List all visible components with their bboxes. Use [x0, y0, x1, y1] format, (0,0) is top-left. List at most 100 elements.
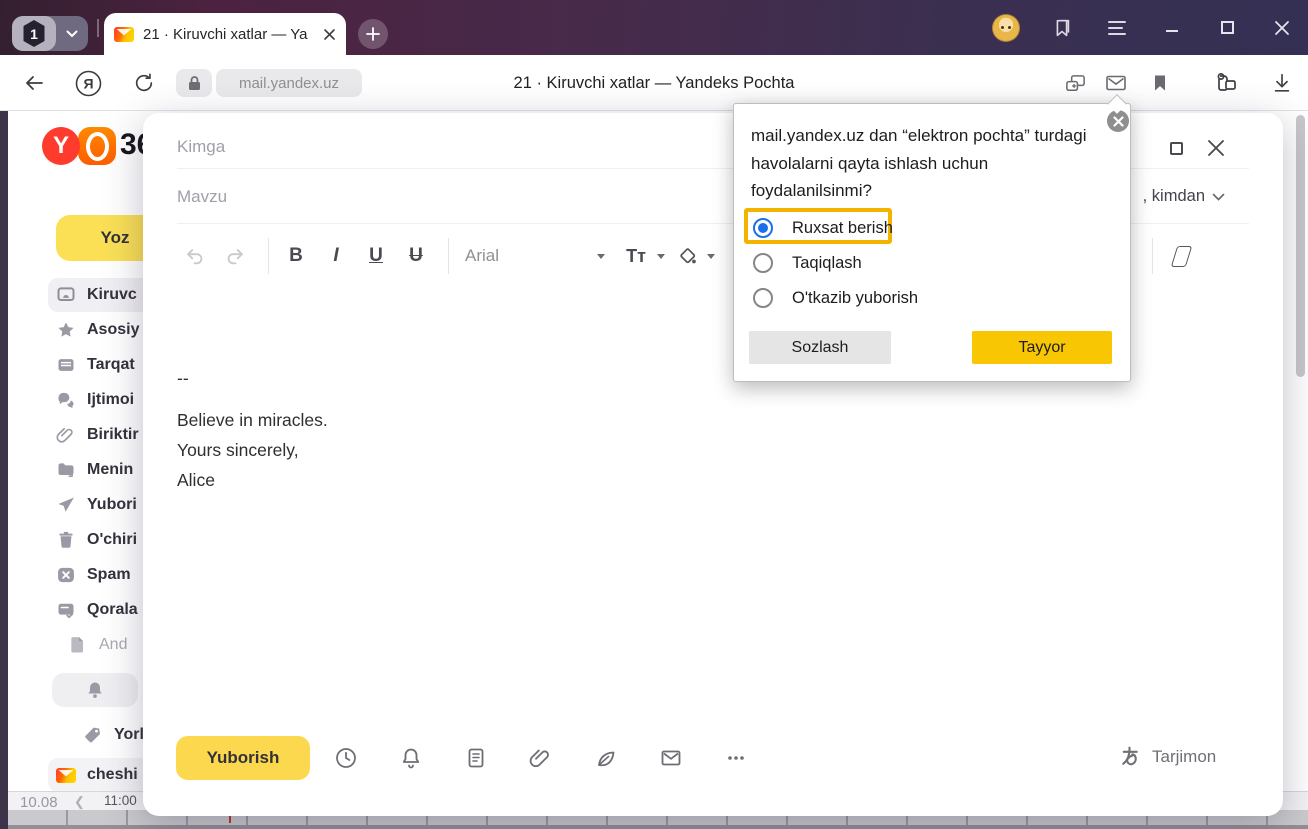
settings-button[interactable]: Sozlash — [749, 331, 891, 364]
sidebar-item-labels[interactable]: Yorl — [75, 718, 144, 752]
new-tab-button[interactable] — [358, 19, 388, 49]
extensions-button[interactable] — [1206, 55, 1246, 111]
tab-group-chevron[interactable] — [56, 30, 88, 38]
fill-color-caret[interactable] — [705, 233, 717, 279]
attach-file-button[interactable] — [529, 746, 553, 770]
attach-from-disk-button[interactable] — [594, 746, 618, 770]
refresh-icon — [133, 72, 155, 94]
strikethrough-button[interactable]: U — [403, 233, 429, 279]
schedule-send-button[interactable] — [334, 746, 358, 770]
tab-close-icon[interactable] — [323, 28, 336, 41]
font-size-button[interactable]: Tт — [619, 233, 653, 279]
svg-text:Я: Я — [83, 75, 93, 91]
browser-menu-button[interactable] — [1095, 0, 1139, 55]
sidebar-item-trash[interactable]: O'chiri — [48, 523, 137, 557]
translator-button[interactable]: Tarjimon — [1118, 744, 1216, 769]
italic-button[interactable]: I — [323, 233, 349, 279]
subject-field[interactable]: Mavzu — [177, 187, 227, 207]
active-tab[interactable]: 21 · Kiruvchi xatlar — Ya — [104, 13, 346, 55]
lock-icon — [187, 75, 202, 91]
to-field[interactable]: Kimga — [177, 137, 225, 157]
dialog-close-button[interactable] — [1107, 110, 1129, 132]
plus-icon — [366, 27, 380, 41]
font-family-select[interactable]: Arial — [465, 233, 525, 279]
window-minimize-button[interactable] — [1150, 0, 1194, 55]
refresh-button[interactable] — [124, 55, 164, 111]
sidebar-item-label: Ijtimoi — [87, 391, 134, 409]
translate-icon — [1118, 744, 1143, 769]
clear-formatting-button[interactable] — [1167, 233, 1195, 279]
radio-label: Ruxsat berish — [792, 219, 893, 238]
profile-avatar[interactable] — [984, 0, 1028, 55]
bookmark-page-button[interactable] — [1140, 55, 1180, 111]
sidebar-item-important[interactable]: Asosiy — [48, 313, 139, 347]
page-scrollbar[interactable] — [1296, 115, 1305, 377]
notifications-button[interactable] — [52, 673, 138, 707]
spam-icon — [56, 565, 76, 585]
star-icon — [56, 320, 76, 340]
undo-button[interactable] — [183, 233, 207, 279]
sidebar-item-subfolder[interactable]: And — [60, 628, 127, 662]
body-line[interactable]: Yours sincerely, — [177, 440, 299, 461]
window-maximize-button[interactable] — [1205, 0, 1249, 55]
radio-option-allow[interactable]: Ruxsat berish — [753, 218, 893, 238]
window-bottom-edge — [8, 825, 1308, 829]
timeline-prev-icon[interactable]: ❮ — [74, 794, 85, 810]
sidebar-item-attachments[interactable]: Biriktir — [48, 418, 139, 452]
radio-unselected-icon[interactable] — [753, 253, 773, 273]
radio-option-block[interactable]: Taqiqlash — [753, 253, 862, 273]
yandex360-logo-y[interactable]: Y — [42, 127, 80, 165]
sidebar-item-mailings[interactable]: Tarqat — [48, 348, 135, 382]
font-size-label: Tт — [626, 246, 646, 267]
sidebar-item-drafts[interactable]: Qorala — [48, 593, 138, 627]
body-line[interactable]: Believe in miracles. — [177, 410, 328, 431]
sidebar-item-label: Menin — [87, 461, 133, 479]
sidebar-item-label: cheshi — [87, 766, 138, 784]
underline-button[interactable]: U — [363, 233, 389, 279]
ellipsis-icon — [724, 746, 748, 770]
bookmarks-panel-button[interactable] — [1040, 0, 1084, 55]
body-line[interactable]: -- — [177, 368, 189, 389]
compose-close-button[interactable] — [1206, 138, 1226, 158]
dialog-message: mail.yandex.uz dan “elektron pochta” tur… — [751, 122, 1105, 205]
radio-option-skip[interactable]: O'tkazib yuborish — [753, 288, 918, 308]
sidebar-item-spam[interactable]: Spam — [48, 558, 131, 592]
site-security-button[interactable] — [176, 69, 212, 97]
redo-icon — [224, 245, 246, 267]
font-family-caret[interactable] — [595, 233, 607, 279]
send-button[interactable]: Yuborish — [176, 736, 310, 780]
radio-unselected-icon[interactable] — [753, 288, 773, 308]
tab-group-chip[interactable]: 1 — [12, 16, 88, 51]
radio-label: Taqiqlash — [792, 254, 862, 273]
sidebar-item-label: Biriktir — [87, 426, 139, 444]
sidebar-item-label: Tarqat — [87, 356, 135, 374]
paint-bucket-icon — [677, 245, 699, 267]
redo-button[interactable] — [223, 233, 247, 279]
radio-selected-icon[interactable] — [753, 218, 773, 238]
sidebar-item-sent[interactable]: Yubori — [48, 488, 137, 522]
yandex-home-button[interactable]: Я — [68, 55, 108, 111]
back-button[interactable] — [14, 55, 54, 111]
tabbar-divider — [97, 19, 99, 37]
compose-collapse-button[interactable] — [1170, 142, 1183, 155]
attach-from-mail-button[interactable] — [659, 746, 683, 770]
address-bar[interactable]: mail.yandex.uz — [216, 69, 362, 97]
window-close-button[interactable] — [1260, 0, 1304, 55]
bold-button[interactable]: B — [283, 233, 309, 279]
bell-outline-icon — [399, 746, 423, 770]
font-size-caret[interactable] — [655, 233, 667, 279]
sidebar-item-label: Qorala — [87, 601, 138, 619]
reminder-button[interactable] — [399, 746, 423, 770]
sidebar-item-my-folders[interactable]: Menin — [48, 453, 133, 487]
more-options-button[interactable] — [724, 746, 748, 770]
done-button[interactable]: Tayyor — [972, 331, 1112, 364]
downloads-button[interactable] — [1262, 55, 1302, 111]
bookmark-filled-icon — [1150, 73, 1170, 93]
templates-button[interactable] — [464, 746, 488, 770]
chevron-down-icon — [1212, 193, 1225, 201]
body-line[interactable]: Alice — [177, 470, 215, 491]
sidebar-item-social[interactable]: Ijtimoi — [48, 383, 134, 417]
fill-color-button[interactable] — [675, 233, 701, 279]
cc-from-link[interactable]: , kimdan — [1143, 187, 1225, 206]
translator-label: Tarjimon — [1152, 747, 1216, 767]
